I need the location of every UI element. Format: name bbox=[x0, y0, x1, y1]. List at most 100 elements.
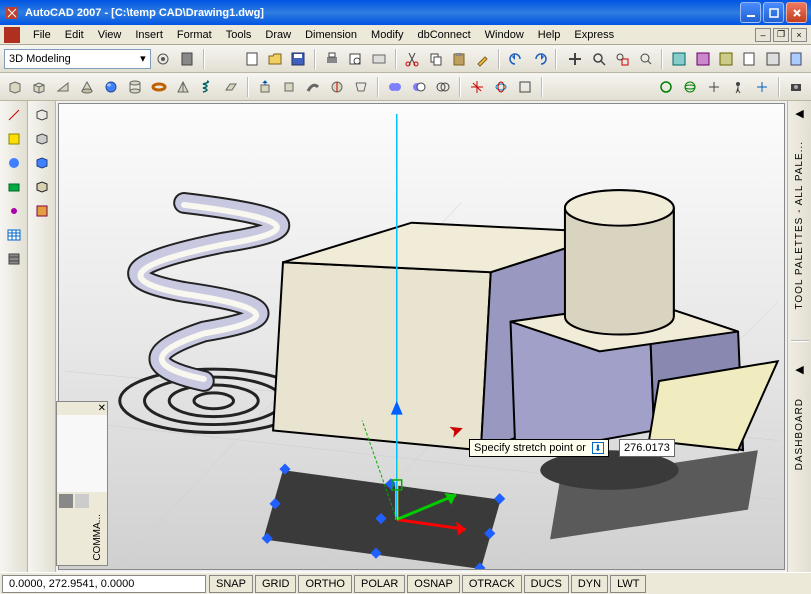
sphere-icon[interactable] bbox=[100, 76, 122, 98]
wedge-icon[interactable] bbox=[52, 76, 74, 98]
torus-icon[interactable] bbox=[148, 76, 170, 98]
doc-restore-button[interactable]: ❐ bbox=[773, 28, 789, 42]
redo-icon[interactable] bbox=[529, 48, 550, 70]
status-osnap[interactable]: OSNAP bbox=[407, 575, 460, 593]
sweep-icon[interactable] bbox=[302, 76, 324, 98]
markup-icon[interactable] bbox=[762, 48, 783, 70]
dashboard-label[interactable]: DASHBOARD bbox=[794, 398, 805, 470]
open-icon[interactable] bbox=[264, 48, 285, 70]
line-icon[interactable] bbox=[4, 105, 24, 125]
subtract-icon[interactable] bbox=[408, 76, 430, 98]
menu-draw[interactable]: Draw bbox=[258, 27, 298, 43]
box-icon[interactable] bbox=[28, 76, 50, 98]
cone-icon[interactable] bbox=[76, 76, 98, 98]
save-icon[interactable] bbox=[288, 48, 309, 70]
menu-insert[interactable]: Insert bbox=[128, 27, 170, 43]
matchprop-icon[interactable] bbox=[472, 48, 493, 70]
design-center-icon[interactable] bbox=[692, 48, 713, 70]
minimize-button[interactable] bbox=[740, 2, 761, 23]
helix-icon[interactable] bbox=[196, 76, 218, 98]
publish-icon[interactable] bbox=[368, 48, 389, 70]
status-lwt[interactable]: LWT bbox=[610, 575, 646, 593]
status-grid[interactable]: GRID bbox=[255, 575, 297, 593]
extrude-icon[interactable] bbox=[254, 76, 276, 98]
menu-dbconnect[interactable]: dbConnect bbox=[410, 27, 477, 43]
planar-icon[interactable] bbox=[220, 76, 242, 98]
cut-icon[interactable] bbox=[402, 48, 423, 70]
xref-icon[interactable] bbox=[4, 129, 24, 149]
palette-expand-icon[interactable]: ◀ bbox=[792, 105, 808, 121]
point-icon[interactable] bbox=[4, 201, 24, 221]
visual-realistic-icon[interactable] bbox=[32, 153, 52, 173]
menu-edit[interactable]: Edit bbox=[58, 27, 91, 43]
intersect-icon[interactable] bbox=[432, 76, 454, 98]
status-snap[interactable]: SNAP bbox=[209, 575, 253, 593]
pan-icon[interactable] bbox=[564, 48, 585, 70]
swivel-icon[interactable] bbox=[703, 76, 725, 98]
menu-window[interactable]: Window bbox=[478, 27, 531, 43]
hatch-icon[interactable] bbox=[4, 249, 24, 269]
tool-palettes-label[interactable]: TOOL PALETTES - ALL PALE... bbox=[794, 141, 805, 310]
status-dyn[interactable]: DYN bbox=[571, 575, 608, 593]
loft-icon[interactable] bbox=[350, 76, 372, 98]
doc-close-button[interactable]: × bbox=[791, 28, 807, 42]
palette-bar[interactable]: ◀ TOOL PALETTES - ALL PALE... ◀ DASHBOAR… bbox=[787, 101, 811, 572]
union-icon[interactable] bbox=[384, 76, 406, 98]
table-icon[interactable] bbox=[4, 225, 24, 245]
maximize-button[interactable] bbox=[763, 2, 784, 23]
zoom-icon[interactable] bbox=[588, 48, 609, 70]
menu-help[interactable]: Help bbox=[531, 27, 568, 43]
command-history[interactable] bbox=[57, 415, 107, 492]
workspace-settings-icon[interactable] bbox=[153, 48, 174, 70]
circle-icon[interactable] bbox=[4, 153, 24, 173]
polysolid-icon[interactable] bbox=[4, 76, 26, 98]
menu-file[interactable]: File bbox=[26, 27, 58, 43]
undo-icon[interactable] bbox=[505, 48, 526, 70]
panel-close-icon[interactable]: ✕ bbox=[98, 403, 106, 414]
menu-format[interactable]: Format bbox=[170, 27, 219, 43]
3drotate-icon[interactable] bbox=[490, 76, 512, 98]
cursor-coordinates[interactable]: 0.0000, 272.9541, 0.0000 bbox=[2, 575, 206, 593]
visual-manage-icon[interactable] bbox=[32, 201, 52, 221]
status-ducs[interactable]: DUCS bbox=[524, 575, 569, 593]
properties-icon[interactable] bbox=[668, 48, 689, 70]
free-orbit-icon[interactable] bbox=[679, 76, 701, 98]
dashboard-expand-icon[interactable]: ◀ bbox=[792, 362, 808, 378]
constrained-orbit-icon[interactable] bbox=[655, 76, 677, 98]
tool-palettes2-icon[interactable] bbox=[715, 48, 736, 70]
copy-icon[interactable] bbox=[425, 48, 446, 70]
visual-hidden-icon[interactable] bbox=[32, 129, 52, 149]
status-polar[interactable]: POLAR bbox=[354, 575, 405, 593]
workspace-selector[interactable]: 3D Modeling ▾ bbox=[4, 49, 151, 69]
menu-view[interactable]: View bbox=[91, 27, 129, 43]
walk-icon[interactable] bbox=[727, 76, 749, 98]
camera-icon[interactable] bbox=[785, 76, 807, 98]
print-icon[interactable] bbox=[321, 48, 342, 70]
paste-icon[interactable] bbox=[449, 48, 470, 70]
fly-icon[interactable] bbox=[751, 76, 773, 98]
pyramid-icon[interactable] bbox=[172, 76, 194, 98]
menu-modify[interactable]: Modify bbox=[364, 27, 410, 43]
status-ortho[interactable]: ORTHO bbox=[298, 575, 352, 593]
command-panel[interactable]: ✕ COMMA... bbox=[56, 401, 108, 566]
zoom-window-icon[interactable] bbox=[611, 48, 632, 70]
revolve-icon[interactable] bbox=[326, 76, 348, 98]
menu-express[interactable]: Express bbox=[567, 27, 621, 43]
zoom-previous-icon[interactable] bbox=[635, 48, 656, 70]
tool-palettes-icon[interactable] bbox=[176, 48, 197, 70]
menu-tools[interactable]: Tools bbox=[219, 27, 259, 43]
3dmove-icon[interactable] bbox=[466, 76, 488, 98]
presspull-icon[interactable] bbox=[278, 76, 300, 98]
new-icon[interactable] bbox=[241, 48, 262, 70]
quickcalc-icon[interactable] bbox=[786, 48, 807, 70]
close-button[interactable] bbox=[786, 2, 807, 23]
doc-minimize-button[interactable]: – bbox=[755, 28, 771, 42]
drawing-area[interactable]: ➤ Specify stretch point or ⬇ 276.0173 ✕ … bbox=[56, 101, 787, 572]
block-icon[interactable] bbox=[4, 177, 24, 197]
visual-wire-icon[interactable] bbox=[32, 105, 52, 125]
preview-icon[interactable] bbox=[345, 48, 366, 70]
cylinder-icon[interactable] bbox=[124, 76, 146, 98]
visual-concept-icon[interactable] bbox=[32, 177, 52, 197]
3dalign-icon[interactable] bbox=[514, 76, 536, 98]
sheetset-icon[interactable] bbox=[739, 48, 760, 70]
